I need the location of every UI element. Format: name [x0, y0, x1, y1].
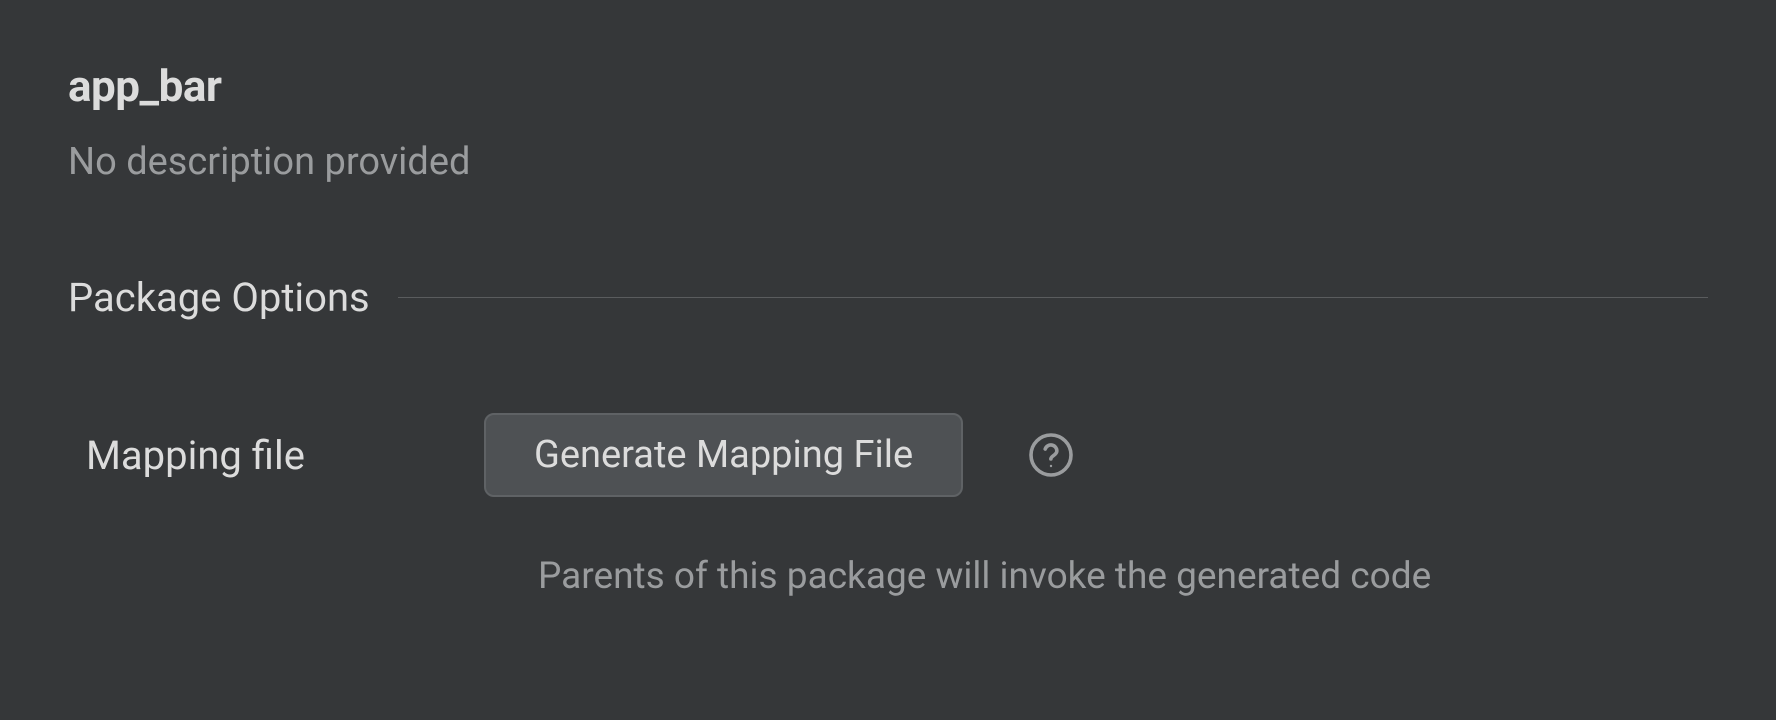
- package-title: app_bar: [68, 60, 1708, 112]
- option-row-mapping-file: Mapping file Generate Mapping File: [68, 413, 1708, 497]
- section-divider: [398, 297, 1708, 298]
- mapping-file-hint: Parents of this package will invoke the …: [68, 555, 1708, 598]
- section-title: Package Options: [68, 274, 370, 321]
- generate-mapping-file-button[interactable]: Generate Mapping File: [484, 413, 963, 497]
- package-description: No description provided: [68, 140, 1708, 184]
- help-icon[interactable]: [1027, 431, 1075, 479]
- section-header: Package Options: [68, 274, 1708, 321]
- mapping-file-label: Mapping file: [86, 432, 484, 479]
